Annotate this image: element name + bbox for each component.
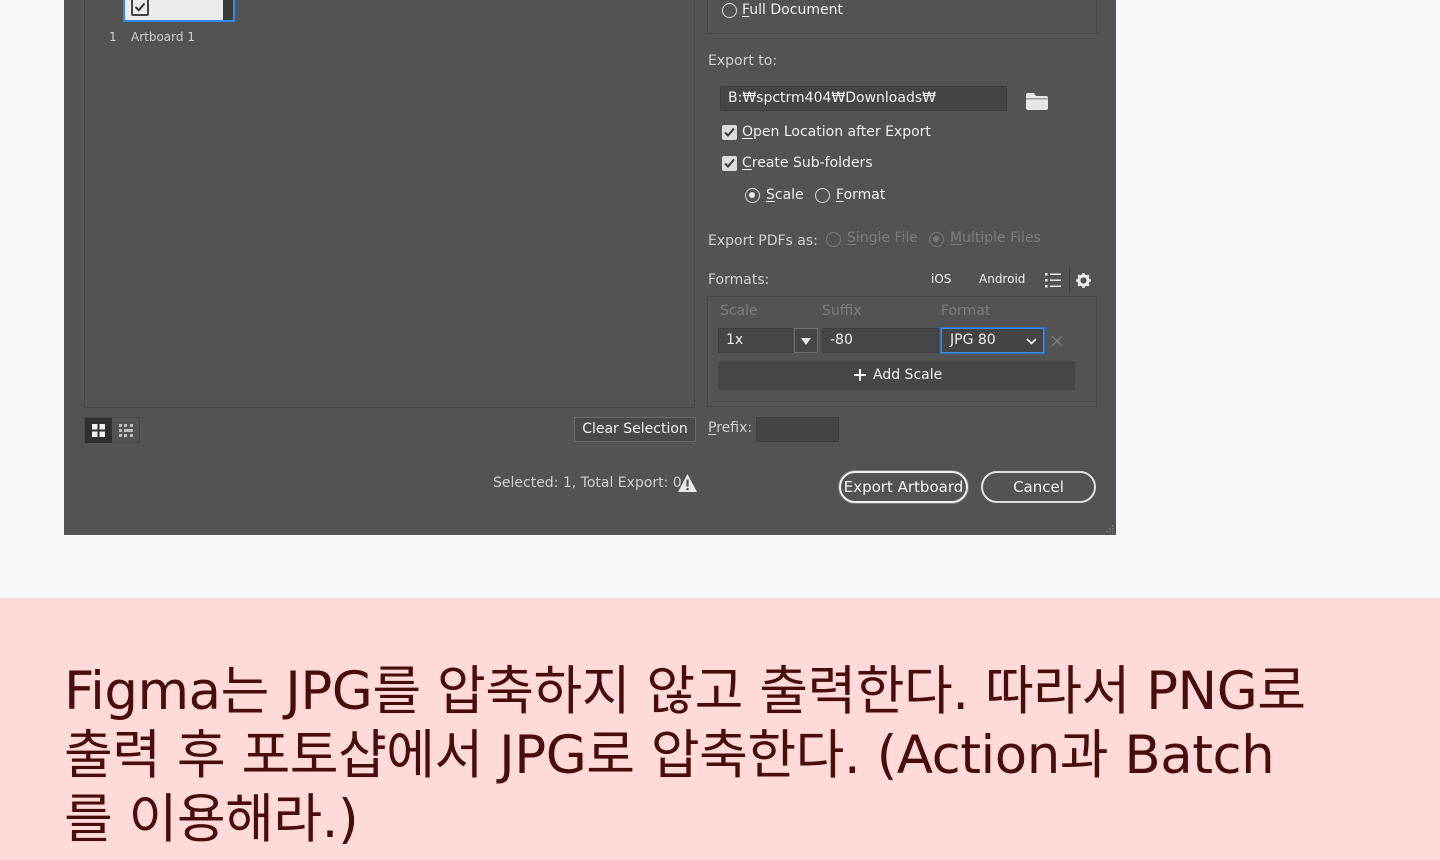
add-scale-label: Add Scale bbox=[873, 367, 943, 383]
caption-text: Figma는 JPG를 압축하지 않고 출력한다. 따라서 PNG로 출력 후 … bbox=[64, 660, 1404, 852]
formats-table: Scale Suffix Format 1x -80 JPG 80 Add Sc… bbox=[707, 296, 1097, 407]
gear-icon[interactable] bbox=[1076, 273, 1091, 288]
open-location-label[interactable]: Open Location after Export bbox=[742, 124, 931, 140]
list-view-button[interactable] bbox=[113, 418, 140, 443]
suffix-input[interactable]: -80 bbox=[822, 328, 939, 353]
single-file-label[interactable]: Single File bbox=[847, 230, 918, 246]
export-to-label: Export to: bbox=[708, 53, 778, 69]
plus-icon bbox=[854, 369, 866, 381]
warning-icon bbox=[678, 474, 697, 492]
scale-text: cale bbox=[774, 187, 804, 203]
ios-button[interactable]: iOS bbox=[931, 272, 951, 286]
folder-icon[interactable] bbox=[1026, 93, 1048, 110]
open-location-checkbox[interactable] bbox=[722, 125, 737, 140]
export-dialog: 1 Artboard 1 Clear Selection Full Docume… bbox=[64, 0, 1116, 535]
export-artboard-button[interactable]: Export Artboard bbox=[839, 471, 968, 503]
resize-grip-icon[interactable] bbox=[1104, 523, 1114, 533]
artboard-checkbox[interactable] bbox=[131, 0, 149, 16]
format-radio[interactable] bbox=[815, 188, 830, 203]
thumbnail-edge bbox=[223, 0, 233, 20]
single-file-mnemonic: S bbox=[847, 230, 856, 246]
column-header-suffix: Suffix bbox=[822, 303, 862, 319]
format-text: ormat bbox=[843, 187, 886, 203]
grid-view-icon bbox=[92, 424, 105, 437]
full-document-text: ull Document bbox=[749, 2, 843, 18]
caption-line-2: 출력 후 포토샵에서 JPG로 압축한다. (Action과 Batch bbox=[64, 725, 1275, 786]
formats-label: Formats: bbox=[708, 272, 770, 288]
export-path-field[interactable]: B:₩spctrm404₩Downloads₩ bbox=[720, 86, 1007, 111]
add-scale-button[interactable]: Add Scale bbox=[718, 361, 1075, 390]
checkmark-icon bbox=[724, 158, 735, 168]
create-subfolders-mnemonic: C bbox=[742, 155, 752, 171]
range-group: Full Document bbox=[707, 0, 1097, 34]
list-view-icon bbox=[119, 424, 133, 437]
scale-mnemonic: S bbox=[766, 187, 775, 203]
multiple-files-text: ultiple Files bbox=[962, 230, 1041, 246]
multiple-files-label[interactable]: Multiple Files bbox=[950, 230, 1041, 246]
artboard-name: Artboard 1 bbox=[131, 30, 195, 44]
prefix-text: refix: bbox=[716, 420, 753, 436]
column-header-scale: Scale bbox=[720, 303, 758, 319]
artboard-list-panel: 1 Artboard 1 bbox=[84, 0, 695, 408]
checkmark-icon bbox=[134, 2, 146, 12]
multiple-files-mnemonic: M bbox=[950, 230, 963, 246]
full-document-label[interactable]: Full Document bbox=[742, 2, 843, 18]
prefix-input[interactable] bbox=[756, 417, 839, 442]
scale-dropdown-button[interactable] bbox=[794, 328, 818, 353]
open-location-mnemonic: O bbox=[742, 124, 754, 140]
view-toggle bbox=[84, 417, 140, 443]
triangle-down-icon bbox=[801, 338, 811, 345]
format-label[interactable]: Format bbox=[836, 187, 885, 203]
format-select[interactable]: JPG 80 bbox=[941, 328, 1044, 353]
create-subfolders-text: reate Sub-folders bbox=[751, 155, 873, 171]
open-location-text: pen Location after Export bbox=[753, 124, 931, 140]
chevron-down-icon bbox=[1026, 338, 1037, 345]
export-pdfs-label: Export PDFs as: bbox=[708, 233, 818, 249]
single-file-radio[interactable] bbox=[826, 232, 841, 247]
list-icon[interactable] bbox=[1045, 273, 1061, 288]
format-select-value: JPG 80 bbox=[950, 332, 996, 348]
create-subfolders-checkbox[interactable] bbox=[722, 156, 737, 171]
multiple-files-radio[interactable] bbox=[929, 232, 944, 247]
create-subfolders-label[interactable]: Create Sub-folders bbox=[742, 155, 873, 171]
scale-radio[interactable] bbox=[745, 188, 760, 203]
selection-status: Selected: 1, Total Export: 0 bbox=[493, 475, 682, 491]
scale-label[interactable]: Scale bbox=[766, 187, 804, 203]
grid-view-button[interactable] bbox=[85, 418, 112, 443]
clear-selection-button[interactable]: Clear Selection bbox=[574, 417, 696, 442]
artboard-thumbnail[interactable] bbox=[123, 0, 235, 22]
android-button[interactable]: Android bbox=[979, 272, 1025, 286]
checkmark-icon bbox=[724, 127, 735, 137]
cancel-button[interactable]: Cancel bbox=[981, 471, 1096, 503]
full-document-radio[interactable] bbox=[722, 3, 737, 18]
format-mnemonic: F bbox=[836, 187, 844, 203]
toolbar-divider bbox=[1069, 268, 1070, 292]
prefix-label: Prefix: bbox=[708, 420, 752, 436]
scale-input[interactable]: 1x bbox=[718, 328, 793, 353]
single-file-text: ingle File bbox=[855, 230, 918, 246]
prefix-mnemonic: P bbox=[708, 420, 717, 436]
caption-line-1: Figma는 JPG를 압축하지 않고 출력한다. 따라서 PNG로 bbox=[64, 661, 1306, 722]
caption-line-3: 를 이용해라.) bbox=[64, 789, 359, 850]
column-header-format: Format bbox=[941, 303, 991, 319]
artboard-number: 1 bbox=[109, 30, 117, 44]
remove-row-icon[interactable] bbox=[1051, 335, 1063, 347]
